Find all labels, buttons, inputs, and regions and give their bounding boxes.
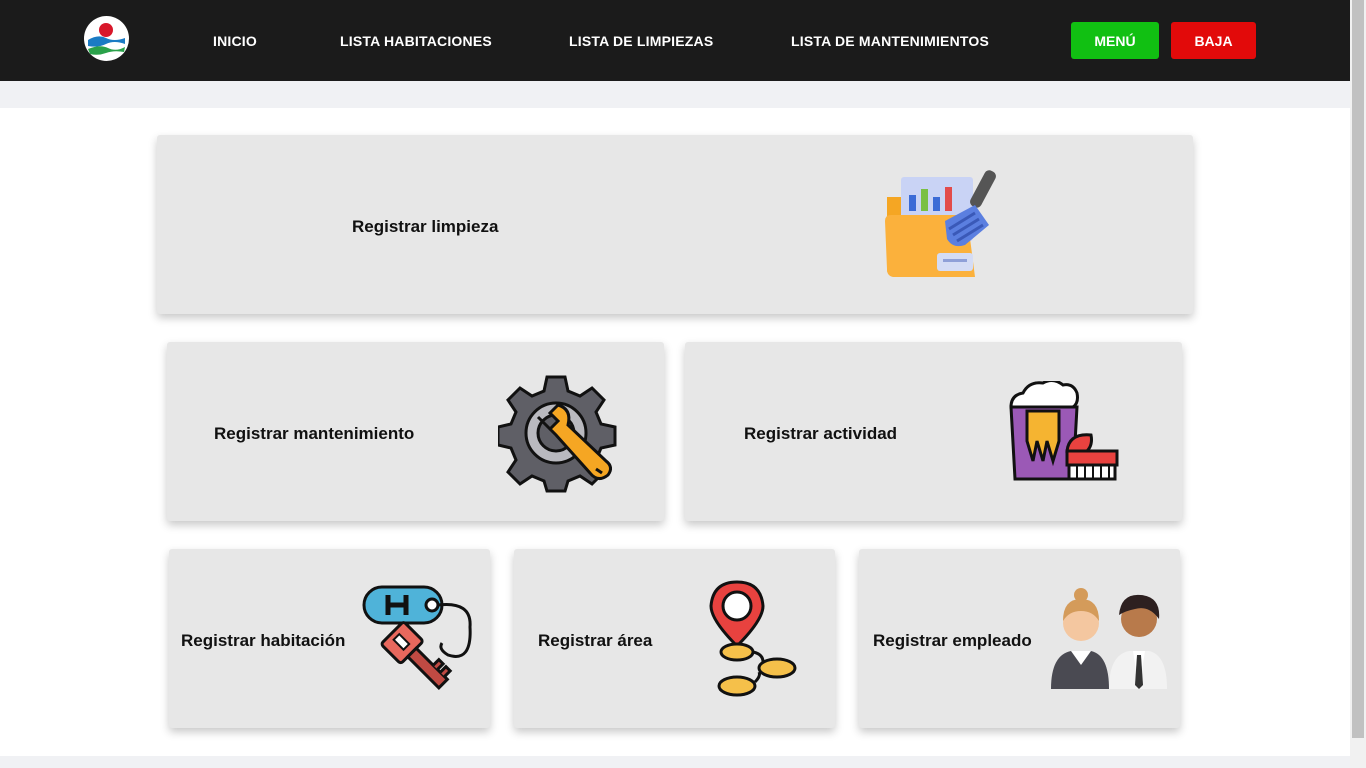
map-pin-icon	[709, 580, 797, 697]
card-label: Registrar área	[538, 631, 653, 650]
card-registrar-limpieza[interactable]: Registrar limpieza	[157, 135, 1193, 314]
hotel-key-icon	[362, 585, 472, 690]
nav-lista-limpiezas[interactable]: LISTA DE LIMPIEZAS	[569, 33, 713, 49]
cleaning-folder-icon	[885, 170, 996, 277]
card-registrar-actividad[interactable]: Registrar actividad	[685, 342, 1182, 521]
scrollbar-thumb[interactable]	[1352, 0, 1364, 738]
gear-wrench-icon	[498, 375, 617, 493]
card-label: Registrar limpieza	[352, 217, 499, 236]
card-label: Registrar actividad	[744, 424, 898, 443]
card-label: Registrar mantenimiento	[214, 424, 415, 443]
card-registrar-habitacion[interactable]: Registrar habitación	[169, 549, 490, 728]
main-content: Registrar limpieza Registrar mantenimien…	[0, 108, 1350, 756]
baja-button[interactable]: BAJA	[1171, 22, 1256, 59]
nav-inicio[interactable]: INICIO	[213, 33, 257, 49]
menu-button[interactable]: MENÚ	[1071, 22, 1159, 59]
card-registrar-area[interactable]: Registrar área	[514, 549, 835, 728]
nav-lista-habitaciones[interactable]: LISTA HABITACIONES	[340, 33, 492, 49]
nav-lista-mantenimientos[interactable]: LISTA DE MANTENIMIENTOS	[791, 33, 989, 49]
card-label: Registrar habitación	[181, 631, 346, 650]
logo[interactable]	[84, 16, 129, 61]
employees-icon	[1051, 588, 1167, 689]
top-navbar: INICIO LISTA HABITACIONES LISTA DE LIMPI…	[0, 0, 1350, 81]
card-registrar-mantenimiento[interactable]: Registrar mantenimiento	[167, 342, 664, 521]
card-label: Registrar empleado	[873, 631, 1032, 650]
card-registrar-empleado[interactable]: Registrar empleado	[859, 549, 1180, 728]
cleaning-bucket-icon	[1009, 381, 1119, 481]
